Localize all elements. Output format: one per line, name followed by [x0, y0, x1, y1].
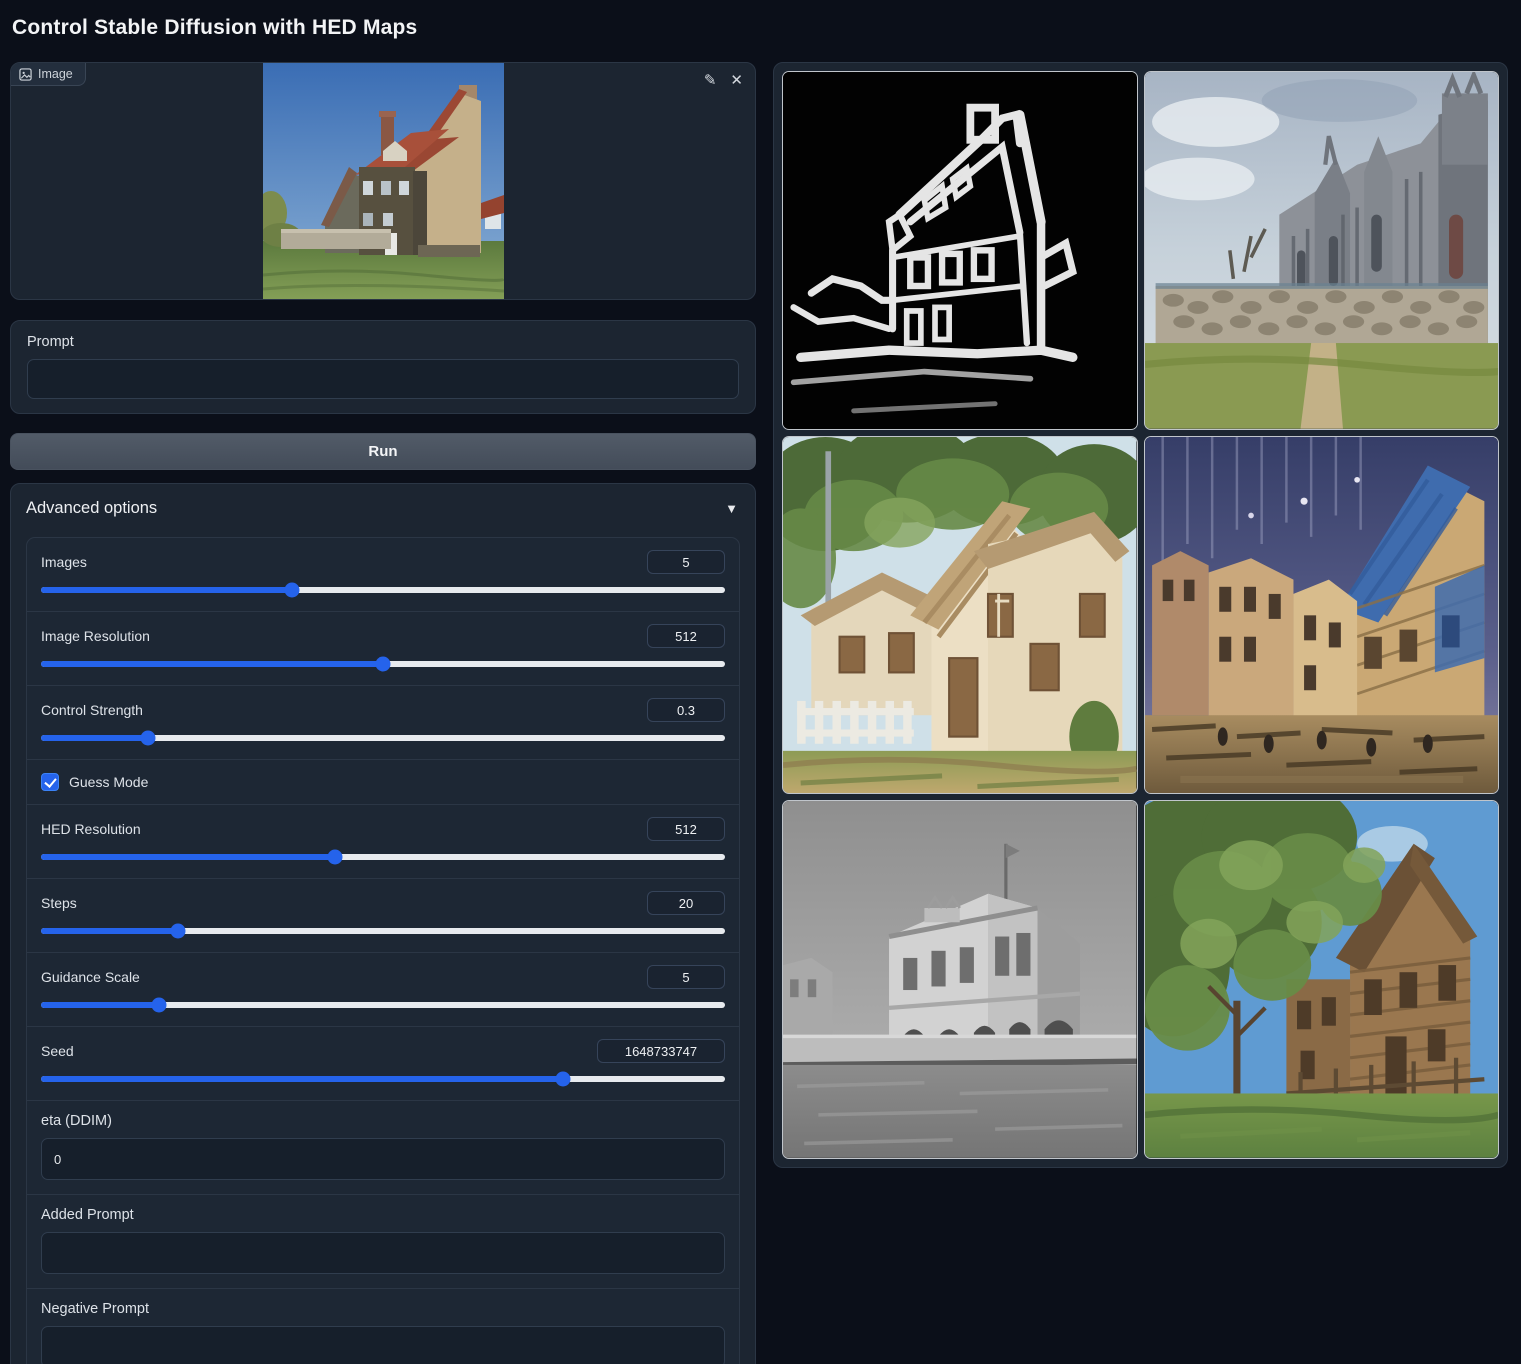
guidance-scale-slider-handle[interactable] — [151, 998, 166, 1013]
seed-slider-handle[interactable] — [555, 1072, 570, 1087]
gothic-cathedral-image — [1145, 72, 1499, 429]
hed-resolution-value-input[interactable]: 512 — [647, 817, 725, 841]
clear-image-icon[interactable]: ✕ — [730, 73, 743, 88]
image-resolution-value-input[interactable]: 512 — [647, 624, 725, 648]
control-strength-slider-handle[interactable] — [141, 731, 156, 746]
guess-mode-checkbox[interactable] — [41, 773, 59, 791]
guidance-scale-value-input[interactable]: 5 — [647, 965, 725, 989]
image-resolution-slider-handle[interactable] — [376, 657, 391, 672]
prompt-label: Prompt — [27, 334, 739, 350]
control-strength-label: Control Strength — [41, 702, 143, 718]
prompt-input[interactable] — [27, 359, 739, 399]
controls-column: Image ✎ ✕ — [10, 62, 756, 1364]
control-strength-value-input[interactable]: 0.3 — [647, 698, 725, 722]
wooden-house-trees-image — [1145, 801, 1499, 1158]
page-title: Control Stable Diffusion with HED Maps — [12, 16, 1508, 40]
images-slider[interactable] — [41, 587, 725, 593]
collapse-arrow-icon[interactable]: ▼ — [725, 501, 738, 516]
slider-row-images: Images 5 — [27, 538, 739, 612]
steps-label: Steps — [41, 895, 77, 911]
added-prompt-label: Added Prompt — [41, 1207, 725, 1223]
result-gallery — [773, 62, 1508, 1168]
hed-resolution-slider-handle[interactable] — [328, 850, 343, 865]
gallery-item-impressionist-street[interactable] — [1144, 436, 1500, 795]
edit-image-icon[interactable]: ✎ — [704, 73, 717, 88]
gallery-item-painted-cottage[interactable] — [782, 436, 1138, 795]
slider-row-control-strength: Control Strength 0.3 — [27, 686, 739, 760]
prompt-panel: Prompt — [10, 320, 756, 414]
negative-prompt-input[interactable] — [41, 1326, 725, 1364]
impressionist-street-image — [1145, 437, 1499, 794]
advanced-options-panel: Advanced options ▼ Images 5 — [10, 483, 756, 1364]
image-input-label: Image — [38, 67, 73, 81]
grayscale-building-image — [783, 801, 1137, 1158]
seed-label: Seed — [41, 1043, 74, 1059]
image-icon — [19, 68, 32, 81]
hed-edge-map-image — [783, 72, 1137, 429]
uploaded-house-photo — [263, 63, 504, 300]
guess-mode-row: Guess Mode — [27, 760, 739, 805]
advanced-options-accordion[interactable]: Advanced options ▼ — [11, 484, 755, 531]
eta-input[interactable]: 0 — [41, 1138, 725, 1180]
images-label: Images — [41, 554, 87, 570]
slider-row-image-resolution: Image Resolution 512 — [27, 612, 739, 686]
image-input-label-badge: Image — [11, 63, 86, 86]
image-resolution-label: Image Resolution — [41, 628, 150, 644]
hed-resolution-slider[interactable] — [41, 854, 725, 860]
steps-slider-handle[interactable] — [170, 924, 185, 939]
control-strength-slider[interactable] — [41, 735, 725, 741]
run-button[interactable]: Run — [10, 433, 756, 470]
negative-prompt-label: Negative Prompt — [41, 1301, 725, 1317]
guess-mode-label: Guess Mode — [69, 774, 148, 790]
gallery-item-grayscale-building[interactable] — [782, 800, 1138, 1159]
gallery-item-gothic-cathedral[interactable] — [1144, 71, 1500, 430]
guidance-scale-label: Guidance Scale — [41, 969, 140, 985]
slider-row-guidance-scale: Guidance Scale 5 — [27, 953, 739, 1027]
guidance-scale-slider[interactable] — [41, 1002, 725, 1008]
advanced-options-title: Advanced options — [26, 499, 157, 518]
app-root: Control Stable Diffusion with HED Maps I… — [0, 0, 1521, 1364]
slider-row-seed: Seed 1648733747 — [27, 1027, 739, 1101]
steps-value-input[interactable]: 20 — [647, 891, 725, 915]
image-input-panel[interactable]: Image ✎ ✕ — [10, 62, 756, 300]
eta-row: eta (DDIM) 0 — [27, 1101, 739, 1195]
image-resolution-slider[interactable] — [41, 661, 725, 667]
slider-row-steps: Steps 20 — [27, 879, 739, 953]
eta-label: eta (DDIM) — [41, 1113, 725, 1129]
advanced-options-group: Images 5 Image Resolution 512 — [26, 537, 740, 1364]
steps-slider[interactable] — [41, 928, 725, 934]
painted-cottage-image — [783, 437, 1137, 794]
added-prompt-row: Added Prompt — [27, 1195, 739, 1289]
seed-slider[interactable] — [41, 1076, 725, 1082]
images-slider-handle[interactable] — [285, 583, 300, 598]
hed-resolution-label: HED Resolution — [41, 821, 141, 837]
slider-row-hed-resolution: HED Resolution 512 — [27, 805, 739, 879]
seed-value-input[interactable]: 1648733747 — [597, 1039, 725, 1063]
gallery-item-wooden-house-trees[interactable] — [1144, 800, 1500, 1159]
added-prompt-input[interactable] — [41, 1232, 725, 1274]
negative-prompt-row: Negative Prompt — [27, 1289, 739, 1364]
gallery-item-hed-edge-map[interactable] — [782, 71, 1138, 430]
images-value-input[interactable]: 5 — [647, 550, 725, 574]
